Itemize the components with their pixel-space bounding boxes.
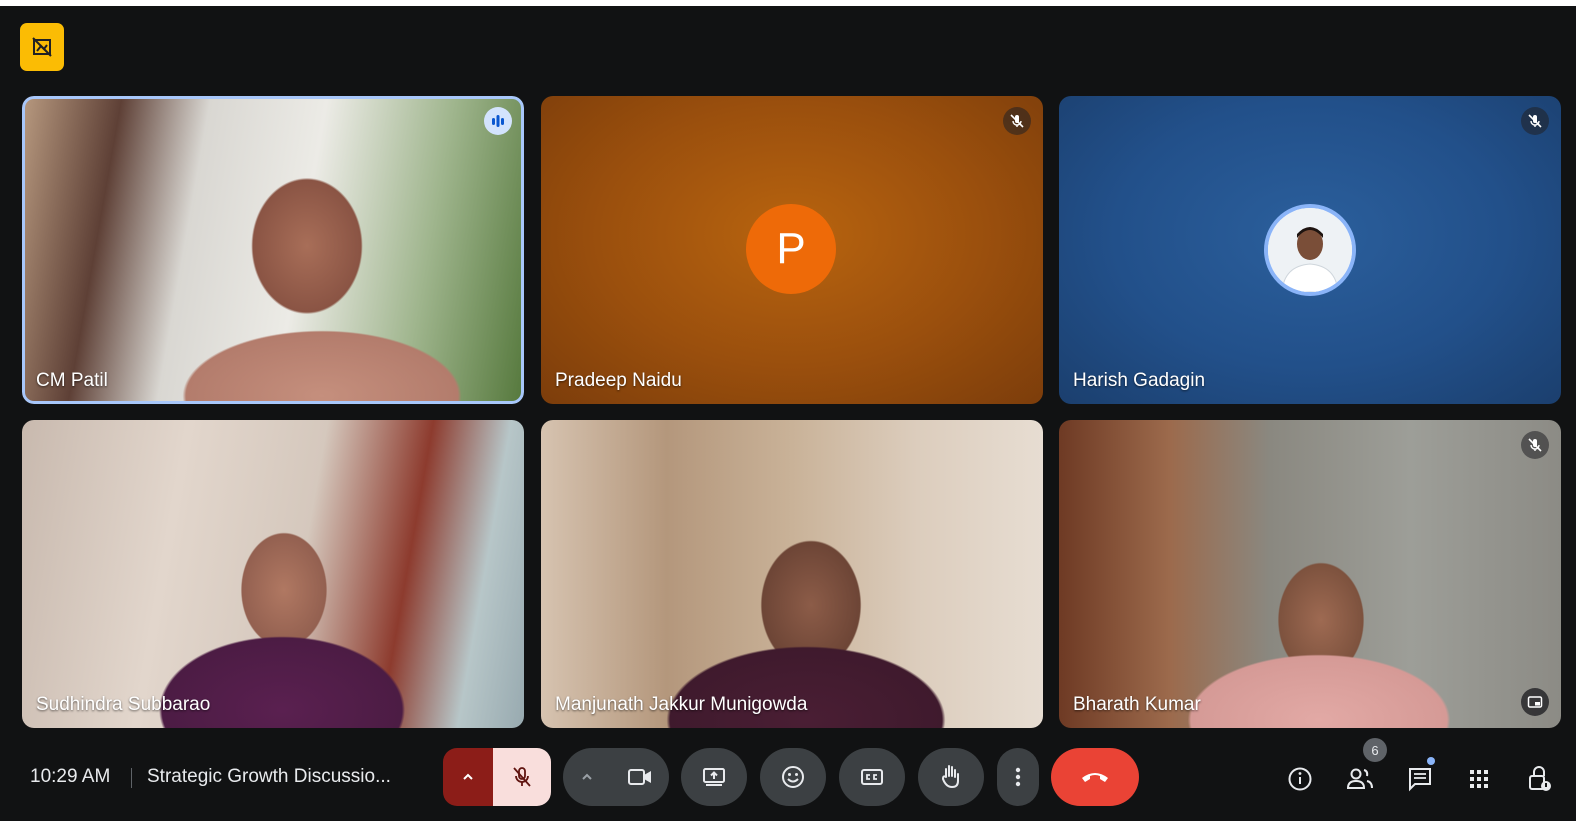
pip-icon[interactable] [1521,688,1549,716]
end-call-icon [1082,773,1108,782]
activities-button[interactable] [1464,764,1494,794]
participant-avatar: P [746,204,836,294]
clock: 10:29 AM [30,766,111,787]
chat-icon [1409,768,1431,792]
info-icon [1288,767,1312,791]
more-options-button[interactable] [997,748,1039,806]
visibility-off-icon [32,37,52,57]
end-call-button[interactable] [1051,748,1139,806]
reactions-button[interactable] [760,748,826,806]
captions-icon [861,769,883,785]
chevron-up-icon [463,773,473,780]
participant-tile[interactable]: Sudhindra Subbarao [22,420,524,728]
people-button[interactable] [1345,764,1375,794]
mic-off-icon [513,767,531,787]
participant-avatar [1268,208,1352,292]
more-vert-icon [1015,767,1021,787]
host-controls-button[interactable] [1524,764,1554,794]
meeting-info-button[interactable] [1285,764,1315,794]
meeting-stage: CM Patil P Pradeep Naidu Harish Gadagin … [0,6,1576,821]
participant-name: Harish Gadagin [1073,370,1206,391]
people-count-badge: 6 [1363,738,1387,762]
participant-tile[interactable]: Harish Gadagin [1059,96,1561,404]
mic-toggle-button[interactable] [493,748,551,806]
participant-name: CM Patil [36,370,108,391]
divider [131,768,132,788]
camera-control-group [563,748,669,806]
audio-options-button[interactable] [443,748,493,806]
captions-button[interactable] [839,748,905,806]
present-button[interactable] [681,748,747,806]
participant-tile[interactable]: P Pradeep Naidu [541,96,1043,404]
participant-name: Manjunath Jakkur Munigowda [555,694,808,715]
participant-tile[interactable]: CM Patil [22,96,524,404]
chat-button[interactable] [1405,764,1435,794]
audio-level-icon [484,107,512,135]
emoji-icon [782,766,804,788]
present-icon [703,768,725,786]
participant-tile[interactable]: Manjunath Jakkur Munigowda [541,420,1043,728]
mic-off-icon [1521,431,1549,459]
participant-name: Pradeep Naidu [555,370,682,391]
raise-hand-button[interactable] [918,748,984,806]
mic-off-icon [1521,107,1549,135]
apps-icon [1470,770,1488,788]
host-controls-icon [1529,766,1551,791]
chevron-up-icon[interactable] [579,769,595,785]
camera-icon[interactable] [626,765,654,789]
recording-indicator[interactable] [20,23,64,71]
meeting-title[interactable]: Strategic Growth Discussio... [147,766,391,788]
people-icon [1346,768,1373,789]
raise-hand-icon [941,765,959,789]
participant-name: Bharath Kumar [1073,694,1201,715]
participant-tile[interactable]: Bharath Kumar [1059,420,1561,728]
mic-control-group [443,748,551,806]
participant-name: Sudhindra Subbarao [36,694,211,715]
mic-off-icon [1003,107,1031,135]
